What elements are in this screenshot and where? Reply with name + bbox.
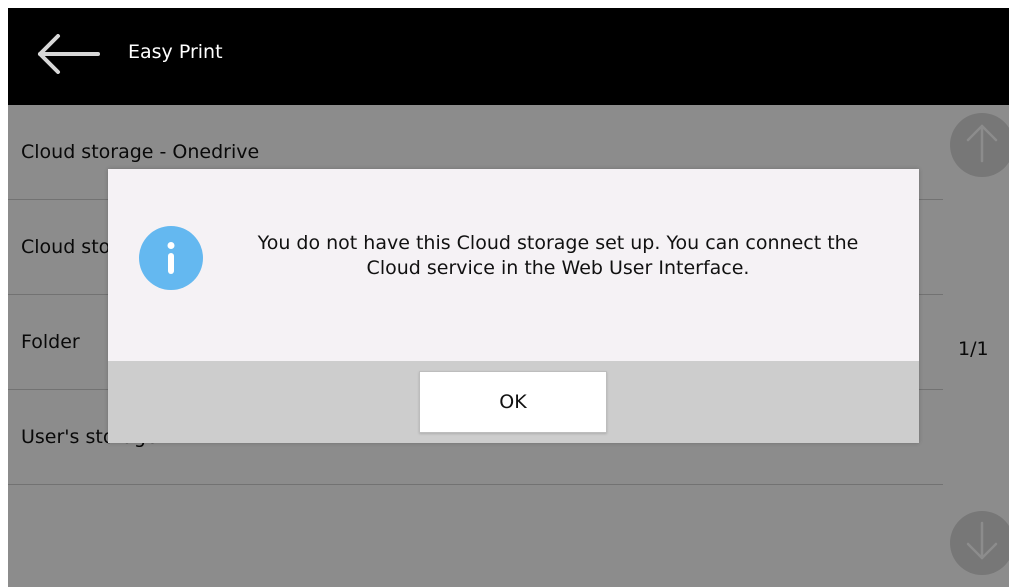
- header-bar: Easy Print: [8, 8, 1009, 105]
- info-icon: [139, 226, 203, 290]
- back-button[interactable]: [28, 30, 108, 82]
- dialog-footer: OK: [108, 361, 919, 443]
- info-dialog: You do not have this Cloud storage set u…: [108, 169, 919, 443]
- page-title: Easy Print: [128, 41, 223, 63]
- ok-button[interactable]: OK: [419, 371, 607, 433]
- easy-print-screen: Easy Print Cloud storage - Onedrive Clou…: [8, 8, 1009, 587]
- arrow-left-icon: [36, 34, 100, 78]
- dialog-message: You do not have this Cloud storage set u…: [257, 232, 859, 279]
